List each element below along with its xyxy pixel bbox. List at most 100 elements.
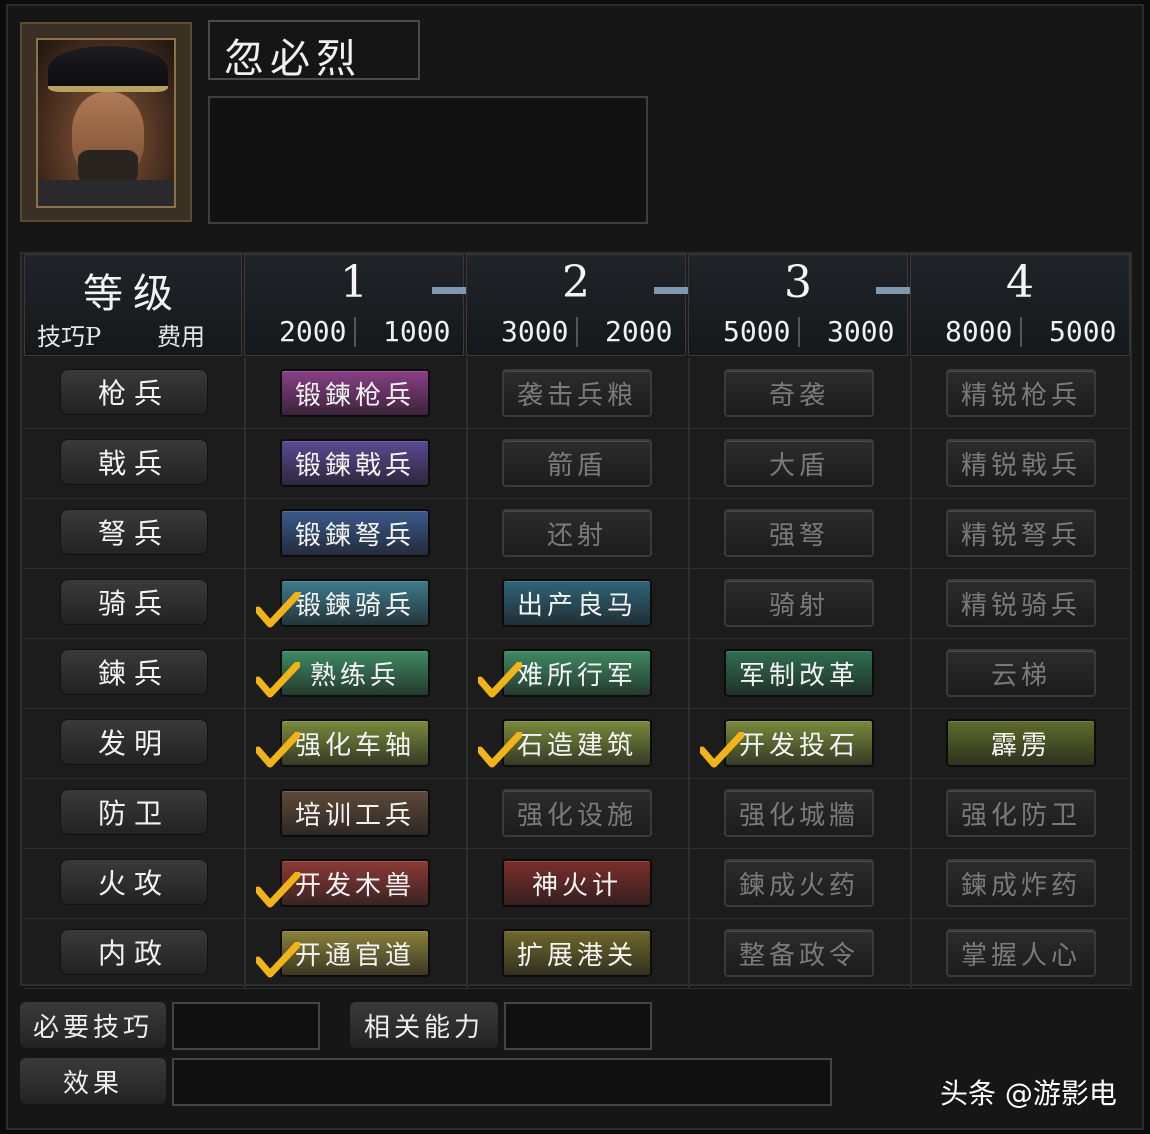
tech-row: 弩兵 锻鍊弩兵 还射 强弩 精锐弩兵 [24,498,1130,569]
column-divider [244,918,246,988]
tech-row: 防卫 培训工兵 强化设施 强化城牆 强化防卫 [24,778,1130,849]
skill-button[interactable]: 奇袭 [724,369,874,417]
column-divider [466,708,468,778]
level-column-header: 1 2000 1000 [244,254,464,356]
tech-points-label: 技巧P [37,323,102,351]
skill-button[interactable]: 袭击兵粮 [502,369,652,417]
tech-row: 内政 开通官道 扩展港关 整备政令 掌握人心 [24,918,1130,989]
portrait-image [36,38,176,208]
skill-button[interactable]: 神火计 [502,859,652,907]
column-divider [244,708,246,778]
checkmark-icon [254,730,302,768]
skill-button[interactable]: 鍊成炸药 [946,859,1096,907]
cost-divider [1020,317,1022,347]
skill-button[interactable]: 大盾 [724,439,874,487]
cost-value: 1000 [383,315,451,348]
level-number: 1 [340,257,368,308]
column-divider [688,848,690,918]
row-separator [24,988,1130,989]
checkmark-icon [254,660,302,698]
cost-divider [576,317,578,347]
related-ability-label: 相关能力 [350,1002,498,1048]
column-divider [688,778,690,848]
category-label: 弩兵 [60,509,208,555]
column-divider [466,778,468,848]
skill-button[interactable]: 锻鍊戟兵 [280,439,430,487]
cost-divider [354,317,356,347]
level-number: 2 [562,257,590,308]
skill-button[interactable]: 强化车轴 [280,719,430,767]
skill-button[interactable]: 熟练兵 [280,649,430,697]
tech-row: 鍊兵 熟练兵 难所行军 军制改革 云梯 [24,638,1130,709]
level-column-header: 2 3000 2000 [466,254,686,356]
skill-button[interactable]: 掌握人心 [946,929,1096,977]
level-label: 等级 [83,271,183,317]
checkmark-icon [476,730,524,768]
skill-button[interactable]: 强弩 [724,509,874,557]
skill-button[interactable]: 云梯 [946,649,1096,697]
skill-button[interactable]: 难所行军 [502,649,652,697]
skill-button[interactable]: 精锐骑兵 [946,579,1096,627]
column-divider [910,848,912,918]
category-label: 防卫 [60,789,208,835]
skill-button[interactable]: 整备政令 [724,929,874,977]
column-divider [688,918,690,988]
skill-button[interactable]: 精锐枪兵 [946,369,1096,417]
skill-button[interactable]: 石造建筑 [502,719,652,767]
skill-button[interactable]: 军制改革 [724,649,874,697]
checkmark-icon [254,590,302,628]
skill-button[interactable]: 出产良马 [502,579,652,627]
skill-button[interactable]: 霹雳 [946,719,1096,767]
required-skill-label: 必要技巧 [20,1002,166,1048]
tech-row: 发明 强化车轴 石造建筑 开发投石 霹雳 [24,708,1130,779]
column-divider [910,498,912,568]
tech-row: 枪兵 锻鍊枪兵 袭击兵粮 奇袭 精锐枪兵 [24,358,1130,429]
skill-button[interactable]: 骑射 [724,579,874,627]
skill-button[interactable]: 扩展港关 [502,929,652,977]
skill-button[interactable]: 强化设施 [502,789,652,837]
column-divider [244,638,246,708]
skill-button[interactable]: 鍊成火药 [724,859,874,907]
level-column-header: 4 8000 5000 [910,254,1130,356]
tech-points-value: 5000 [723,315,791,348]
skill-button[interactable]: 强化城牆 [724,789,874,837]
skill-button[interactable]: 开通官道 [280,929,430,977]
column-divider [244,778,246,848]
column-divider [688,358,690,428]
skill-button[interactable]: 精锐弩兵 [946,509,1096,557]
column-divider [688,498,690,568]
level-column-header: 3 5000 3000 [688,254,908,356]
skill-button[interactable]: 箭盾 [502,439,652,487]
column-divider [466,638,468,708]
skill-button[interactable]: 强化防卫 [946,789,1096,837]
skill-button[interactable]: 开发木兽 [280,859,430,907]
skill-button[interactable]: 锻鍊骑兵 [280,579,430,627]
category-label: 骑兵 [60,579,208,625]
column-divider [910,778,912,848]
skill-button[interactable]: 锻鍊枪兵 [280,369,430,417]
skill-button[interactable]: 锻鍊弩兵 [280,509,430,557]
column-divider [910,638,912,708]
skill-button[interactable]: 开发投石 [724,719,874,767]
character-name: 忽必烈 [224,36,362,82]
checkmark-icon [698,730,746,768]
tech-points-value: 2000 [279,315,347,348]
checkmark-icon [476,660,524,698]
skill-button[interactable]: 精锐戟兵 [946,439,1096,487]
column-divider [688,568,690,638]
column-divider [688,428,690,498]
tech-tree-table: 等级 技巧P 费用 1 2000 1000 2 3000 2000 3 5000 3000 4 80… [20,252,1132,989]
column-divider [466,568,468,638]
skill-button[interactable]: 培训工兵 [280,789,430,837]
checkmark-icon [254,940,302,978]
cost-label: 费用 [157,323,205,351]
related-ability-field [504,1002,652,1050]
category-label: 发明 [60,719,208,765]
column-divider [466,428,468,498]
column-divider [244,358,246,428]
column-divider [466,498,468,568]
cost-value: 5000 [1049,315,1117,348]
skill-button[interactable]: 还射 [502,509,652,557]
category-label: 火攻 [60,859,208,905]
column-divider [910,358,912,428]
